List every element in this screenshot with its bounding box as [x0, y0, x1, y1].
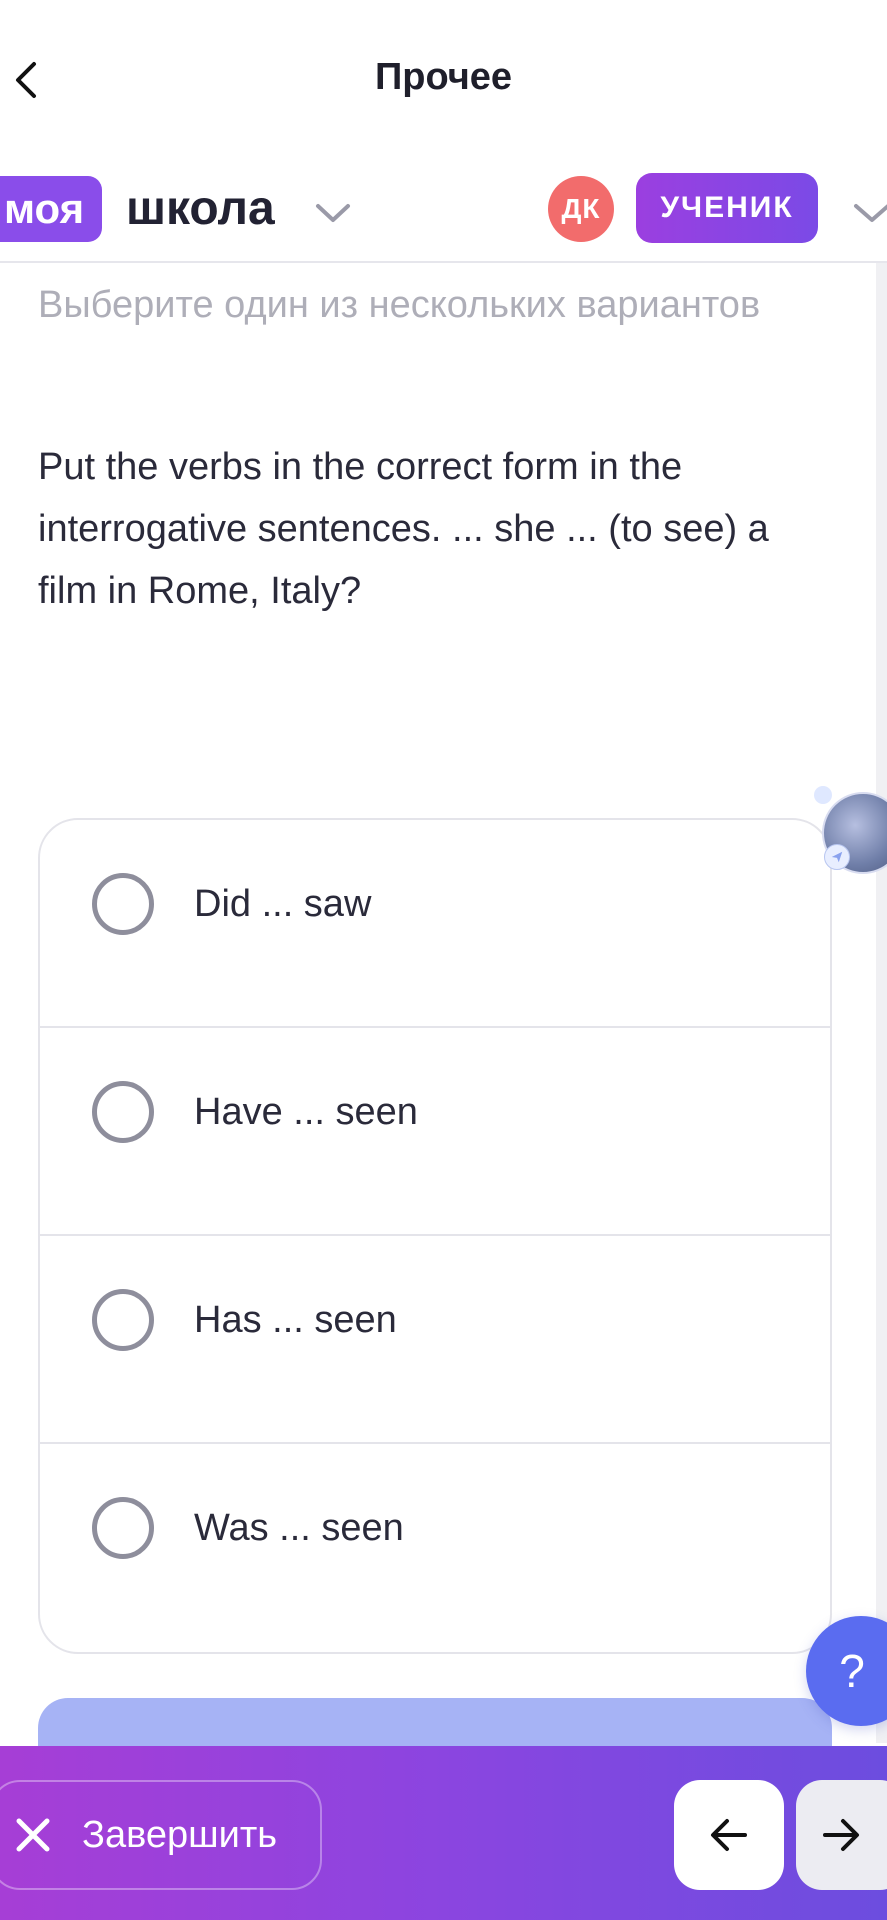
role-badge[interactable]: УЧЕНИК: [636, 173, 818, 243]
logo-moya[interactable]: моя: [0, 176, 103, 242]
logo-shkola[interactable]: школа: [126, 176, 275, 242]
option-label: Have ... seen: [194, 1091, 418, 1133]
bottom-bar: Завершить: [0, 1746, 887, 1920]
radio-button[interactable]: [92, 1289, 154, 1351]
task-question: Put the verbs in the correct form in the…: [38, 446, 769, 612]
option-label: Has ... seen: [194, 1299, 397, 1341]
option-item[interactable]: Did ... saw: [40, 820, 830, 1028]
arrow-left-icon: [711, 1819, 747, 1851]
chevron-down-icon[interactable]: [314, 200, 352, 226]
scrollbar[interactable]: [876, 263, 887, 1743]
next-button[interactable]: [796, 1780, 887, 1890]
chevron-down-icon[interactable]: [852, 200, 887, 226]
option-item[interactable]: Has ... seen: [40, 1236, 830, 1444]
help-label: ?: [839, 1645, 865, 1697]
avatar[interactable]: ДК: [548, 176, 614, 242]
notification-dot: [814, 786, 832, 804]
page-title: Прочее: [374, 56, 513, 98]
send-icon: [824, 844, 850, 870]
radio-button[interactable]: [92, 1497, 154, 1559]
finish-button[interactable]: Завершить: [0, 1780, 322, 1890]
top-nav: Прочее: [0, 0, 887, 160]
radio-button[interactable]: [92, 873, 154, 935]
task-instruction: Выберите один из нескольких вариантов: [38, 284, 761, 326]
radio-button[interactable]: [92, 1081, 154, 1143]
option-item[interactable]: Have ... seen: [40, 1028, 830, 1236]
options-list: Did ... saw Have ... seen Has ... seen W…: [38, 818, 832, 1654]
finish-label: Завершить: [82, 1813, 278, 1856]
prev-button[interactable]: [674, 1780, 784, 1890]
option-label: Was ... seen: [194, 1507, 404, 1549]
option-label: Did ... saw: [194, 883, 372, 925]
arrow-right-icon: [823, 1819, 859, 1851]
close-icon: [16, 1818, 50, 1852]
brand-bar: моя школа ДК УЧЕНИК: [0, 160, 887, 263]
option-item[interactable]: Was ... seen: [40, 1444, 830, 1652]
